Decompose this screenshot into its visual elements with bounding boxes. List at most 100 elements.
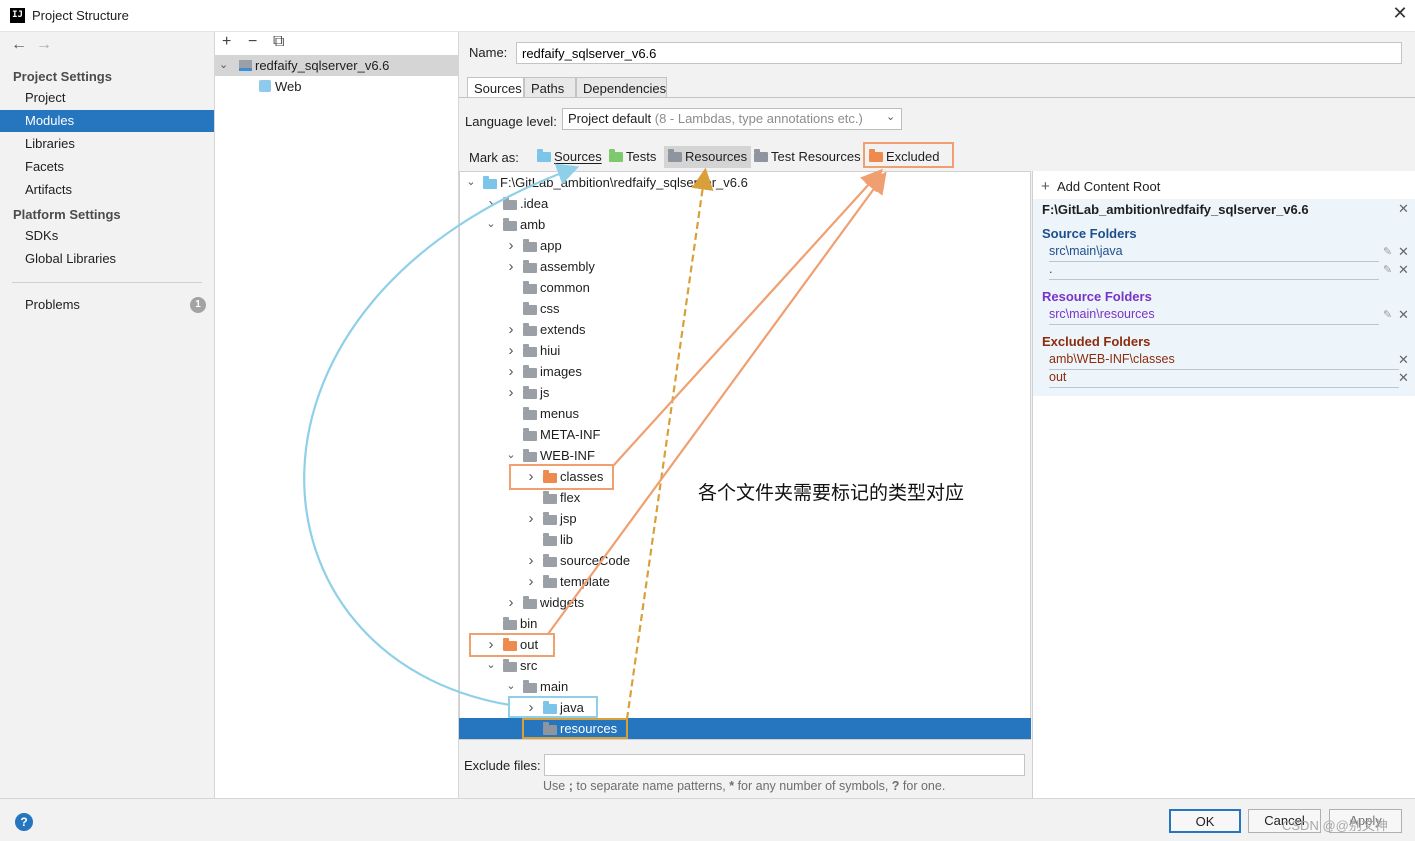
add-content-root-button[interactable]: Add Content Root bbox=[1057, 179, 1160, 194]
folder-icon bbox=[523, 407, 537, 420]
tree-row[interactable]: ⌄ main bbox=[459, 676, 1031, 697]
chevron-right-icon[interactable]: › bbox=[505, 235, 517, 256]
chevron-right-icon[interactable]: › bbox=[485, 193, 497, 214]
excluded-highlight-box bbox=[863, 142, 954, 168]
web-facet-label[interactable]: Web bbox=[275, 79, 302, 94]
exclude-files-label: Exclude files: bbox=[464, 758, 541, 773]
tree-row[interactable]: › js bbox=[459, 382, 1031, 403]
tree-row[interactable]: common bbox=[459, 277, 1031, 298]
tab-dependencies[interactable]: Dependencies bbox=[576, 77, 667, 98]
mark-as-label: Mark as: bbox=[469, 150, 519, 165]
chevron-down-icon[interactable]: ⌄ bbox=[505, 676, 517, 697]
add-icon[interactable]: + bbox=[222, 33, 231, 51]
chevron-right-icon[interactable]: › bbox=[525, 550, 537, 571]
nav-item-facets[interactable]: Facets bbox=[0, 156, 214, 178]
chevron-right-icon[interactable]: › bbox=[505, 256, 517, 277]
chevron-down-icon[interactable]: ⌄ bbox=[485, 655, 497, 676]
mark-test-resources-button[interactable]: Test Resources bbox=[754, 148, 861, 166]
mark-sources-button[interactable]: Sources bbox=[537, 148, 602, 166]
remove-folder-icon[interactable]: ✕ bbox=[1398, 352, 1409, 368]
chevron-right-icon[interactable]: › bbox=[505, 382, 517, 403]
chevron-right-icon[interactable]: › bbox=[505, 361, 517, 382]
tree-row[interactable]: ⌄ F:\GitLab_ambition\redfaify_sqlserver_v… bbox=[459, 172, 1031, 193]
help-icon[interactable]: ? bbox=[15, 813, 33, 831]
module-name-input[interactable] bbox=[516, 42, 1402, 64]
folder-icon bbox=[523, 449, 537, 462]
mark-tests-button[interactable]: Tests bbox=[609, 148, 656, 166]
mark-resources-button[interactable]: Resources bbox=[664, 146, 752, 168]
tree-row-label: css bbox=[540, 301, 560, 316]
tree-row[interactable]: › .idea bbox=[459, 193, 1031, 214]
back-arrow-icon[interactable]: ← bbox=[11, 36, 27, 54]
remove-folder-icon[interactable]: ✕ bbox=[1398, 307, 1409, 323]
tree-row-label: .idea bbox=[520, 196, 549, 211]
folder-icon bbox=[543, 491, 557, 504]
forward-arrow-icon[interactable]: → bbox=[36, 36, 52, 54]
tree-row[interactable]: › jsp bbox=[459, 508, 1031, 529]
tree-row[interactable]: bin bbox=[459, 613, 1031, 634]
chevron-right-icon[interactable]: › bbox=[525, 571, 537, 592]
chevron-right-icon[interactable]: › bbox=[505, 319, 517, 340]
nav-item-sdks[interactable]: SDKs bbox=[0, 225, 214, 247]
nav-item-libraries[interactable]: Libraries bbox=[0, 133, 214, 155]
chevron-down-icon[interactable]: ⌄ bbox=[465, 172, 477, 193]
nav-item-artifacts[interactable]: Artifacts bbox=[0, 179, 214, 201]
tree-row[interactable]: lib bbox=[459, 529, 1031, 550]
project-settings-heading: Project Settings bbox=[13, 69, 112, 84]
folder-icon bbox=[503, 617, 517, 630]
tree-row-label: extends bbox=[540, 322, 586, 337]
ok-button[interactable]: OK bbox=[1169, 809, 1241, 833]
remove-folder-icon[interactable]: ✕ bbox=[1398, 262, 1409, 278]
tree-row[interactable]: ⌄ src bbox=[459, 655, 1031, 676]
tree-row[interactable]: › extends bbox=[459, 319, 1031, 340]
tree-row[interactable]: › template bbox=[459, 571, 1031, 592]
tree-row-label: common bbox=[540, 280, 590, 295]
nav-item-global-libraries[interactable]: Global Libraries bbox=[0, 248, 214, 270]
tree-row-label: widgets bbox=[540, 595, 585, 610]
tree-row[interactable]: › assembly bbox=[459, 256, 1031, 277]
chevron-down-icon[interactable]: ⌄ bbox=[485, 214, 497, 235]
exclude-files-input[interactable] bbox=[544, 754, 1025, 776]
chevron-down-icon[interactable]: ⌄ bbox=[505, 445, 517, 466]
edit-icon[interactable]: ✎ bbox=[1383, 263, 1392, 276]
folder-icon bbox=[523, 386, 537, 399]
chevron-right-icon[interactable]: › bbox=[505, 340, 517, 361]
chevron-down-icon[interactable]: ⌄ bbox=[219, 58, 228, 71]
tree-row[interactable]: › app bbox=[459, 235, 1031, 256]
copy-icon[interactable]: ⧉ bbox=[273, 33, 284, 51]
tab-sources[interactable]: Sources bbox=[467, 77, 524, 98]
tree-row[interactable]: META-INF bbox=[459, 424, 1031, 445]
edit-icon[interactable]: ✎ bbox=[1383, 245, 1392, 258]
remove-root-icon[interactable]: ✕ bbox=[1398, 201, 1409, 217]
tab-paths[interactable]: Paths bbox=[524, 77, 576, 98]
language-level-value: Project default bbox=[568, 111, 652, 126]
chevron-right-icon[interactable]: › bbox=[505, 592, 517, 613]
tree-row[interactable]: › sourceCode bbox=[459, 550, 1031, 571]
chevron-down-icon[interactable]: ⌄ bbox=[886, 110, 895, 123]
folder-icon bbox=[543, 512, 557, 525]
remove-folder-icon[interactable]: ✕ bbox=[1398, 370, 1409, 386]
language-level-label: Language level: bbox=[465, 114, 557, 129]
folder-icon bbox=[523, 596, 537, 609]
intellij-logo-icon: IJ bbox=[10, 8, 25, 23]
remove-folder-icon[interactable]: ✕ bbox=[1398, 244, 1409, 260]
nav-item-problems[interactable]: Problems bbox=[0, 294, 214, 316]
content-root-path: F:\GitLab_ambition\redfaify_sqlserver_v6… bbox=[1042, 202, 1309, 217]
chevron-right-icon[interactable]: › bbox=[525, 508, 537, 529]
language-level-select[interactable]: Project default (8 - Lambdas, type annot… bbox=[562, 108, 902, 130]
tree-row[interactable]: › hiui bbox=[459, 340, 1031, 361]
tree-row[interactable]: menus bbox=[459, 403, 1031, 424]
tree-row[interactable]: ⌄ WEB-INF bbox=[459, 445, 1031, 466]
tree-row-label: hiui bbox=[540, 343, 561, 358]
close-icon[interactable]: ✕ bbox=[1388, 3, 1412, 24]
mark-tests-label: Tests bbox=[626, 149, 657, 164]
remove-icon[interactable]: − bbox=[248, 33, 257, 51]
tree-row[interactable]: › images bbox=[459, 361, 1031, 382]
edit-icon[interactable]: ✎ bbox=[1383, 308, 1392, 321]
nav-item-project[interactable]: Project bbox=[0, 87, 214, 109]
tree-row[interactable]: ⌄ amb bbox=[459, 214, 1031, 235]
nav-item-modules[interactable]: Modules bbox=[0, 110, 214, 132]
tree-row[interactable]: › widgets bbox=[459, 592, 1031, 613]
tree-row[interactable]: css bbox=[459, 298, 1031, 319]
plus-icon[interactable]: + bbox=[1041, 178, 1050, 195]
